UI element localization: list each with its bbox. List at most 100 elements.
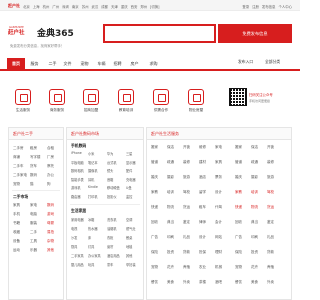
category-link[interactable]: 回收 — [235, 220, 242, 225]
category-link[interactable]: 婚庆 — [151, 175, 158, 180]
category-link[interactable]: 音箱 — [107, 177, 113, 182]
category-link[interactable]: 摩托 — [47, 164, 54, 169]
category-link[interactable]: 智能手表 — [71, 177, 84, 182]
site-logo[interactable]: 赶户社 — [8, 28, 25, 36]
category-link[interactable]: 电脑 — [30, 212, 37, 217]
top-link[interactable]: 登录 — [242, 5, 249, 9]
search-input[interactable] — [103, 24, 216, 43]
category-link[interactable]: 热水器 — [88, 226, 98, 231]
category-link[interactable]: 游戏机 — [71, 185, 81, 190]
category-link[interactable]: 回收 — [151, 220, 158, 225]
category-link[interactable]: 灯具 — [88, 244, 94, 249]
category-link[interactable]: Kindle — [88, 185, 98, 189]
category-link[interactable]: 平板电脑 — [71, 160, 84, 165]
category-link[interactable]: 维修 — [199, 145, 206, 150]
category-link[interactable]: 游戏 — [47, 212, 54, 217]
category-link[interactable]: 婚庆 — [235, 175, 242, 180]
city-link[interactable]: 深圳 — [62, 5, 69, 9]
category-link[interactable]: 易拍 — [47, 230, 54, 235]
category-link[interactable]: 广告 — [235, 235, 242, 240]
category-link[interactable]: 耳机 — [88, 177, 94, 182]
category-link[interactable]: 典当 — [251, 220, 258, 225]
category-link[interactable]: 衣柜 — [107, 235, 113, 240]
category-link[interactable]: 小米 — [88, 151, 94, 156]
category-link[interactable]: 租车 — [199, 205, 206, 210]
nav-item[interactable]: 车辆 — [94, 58, 109, 69]
panel-title[interactable]: 赶户社数码市场 — [71, 131, 99, 137]
post-info-button[interactable]: 免费发布信息 — [218, 24, 292, 43]
city-switch-link[interactable]: [切换] — [150, 4, 159, 9]
category-link[interactable]: 旅游 — [267, 175, 274, 180]
category-link[interactable]: 印刷 — [167, 235, 174, 240]
city-link[interactable]: 杭州 — [43, 5, 50, 9]
category-link[interactable]: 担保 — [199, 250, 206, 255]
category-link[interactable]: 外卖 — [183, 280, 190, 285]
category-link[interactable]: 酒吧 — [215, 280, 222, 285]
category-link[interactable]: 燃气灶 — [126, 226, 136, 231]
category-link[interactable]: 写字楼 — [30, 155, 41, 160]
category-link[interactable]: 数码 — [30, 173, 37, 178]
category-link[interactable]: 路由器 — [71, 194, 81, 199]
city-link[interactable]: 西安 — [131, 5, 138, 9]
city-link[interactable]: 郑州 — [140, 5, 147, 9]
nav-item[interactable]: 文件 — [60, 58, 75, 69]
category-link[interactable]: 笔记本 — [88, 160, 98, 165]
category-link[interactable]: 窗帘 — [107, 244, 113, 249]
category-link[interactable]: 孕妇装 — [126, 262, 136, 267]
category-link[interactable]: 服装 — [30, 221, 37, 226]
category-link[interactable]: 床 — [88, 235, 91, 240]
category-link[interactable]: 开锁 — [183, 145, 190, 150]
category-link[interactable]: 投影仪 — [107, 194, 117, 199]
category-link[interactable]: 打印机 — [88, 194, 98, 199]
category-link[interactable]: 设计 — [215, 190, 222, 195]
category-link[interactable]: 开锁 — [267, 145, 274, 150]
category-link[interactable]: 二手家电 — [13, 173, 27, 178]
category-link[interactable]: 投资 — [167, 250, 174, 255]
category-link[interactable]: 狗 — [47, 182, 51, 187]
category-link[interactable]: 二手房 — [13, 146, 24, 151]
category-link[interactable]: 其他 — [126, 253, 132, 258]
city-link[interactable]: 上海 — [33, 5, 40, 9]
category-link[interactable]: 美食 — [167, 280, 174, 285]
top-link[interactable]: 发布信息 — [262, 5, 276, 9]
category-link[interactable]: 留学 — [199, 190, 206, 195]
city-link[interactable]: 南京 — [72, 5, 79, 9]
top-link[interactable]: 个人中心 — [278, 5, 292, 9]
category-link[interactable]: 餐饮 — [235, 280, 242, 285]
category-link[interactable]: iPhone — [71, 151, 82, 155]
category-link[interactable]: 收藏 — [13, 230, 20, 235]
nav-item[interactable]: 招聘 — [110, 58, 125, 69]
category-link[interactable]: 保洁 — [251, 145, 258, 150]
category-link[interactable]: 家电 — [215, 145, 222, 150]
category-link[interactable]: 快递 — [151, 205, 158, 210]
category-link[interactable]: 管道 — [151, 160, 158, 165]
category-link[interactable]: 设备 — [13, 239, 20, 244]
category-link[interactable]: 二手 — [30, 230, 37, 235]
category-link[interactable]: 家具 — [215, 160, 222, 165]
nav-right-link[interactable]: 全部分类 — [265, 59, 280, 65]
category-link[interactable]: 移动硬盘 — [107, 185, 120, 190]
category-link[interactable]: 杂物 — [47, 239, 54, 244]
category-link[interactable]: 母婴 — [47, 221, 54, 226]
category-link[interactable]: 办公家具 — [88, 253, 101, 258]
category-link[interactable]: 驾校 — [267, 190, 274, 195]
category-link[interactable]: 设计 — [199, 235, 206, 240]
category-link[interactable]: 农业 — [199, 265, 206, 270]
category-link[interactable]: 物流 — [251, 205, 258, 210]
category-link[interactable]: 货运 — [183, 205, 190, 210]
nav-right-link[interactable]: 发布入口 — [238, 59, 253, 65]
category-link[interactable]: 礼品 — [183, 235, 190, 240]
category-link[interactable]: 宠物 — [151, 265, 158, 270]
category-link[interactable]: 网站 — [215, 235, 222, 240]
category-link[interactable]: 律师 — [199, 220, 206, 225]
category-link[interactable]: 监控 — [126, 194, 132, 199]
category-link[interactable]: 办公 — [47, 173, 54, 178]
category-link[interactable]: 建材 — [199, 160, 206, 165]
nav-item[interactable]: 二手 — [45, 58, 60, 69]
category-link[interactable]: 花卉 — [251, 265, 258, 270]
category-link[interactable]: 广告 — [151, 235, 158, 240]
category-link[interactable]: 猫 — [30, 182, 34, 187]
category-link[interactable]: 配件 — [126, 168, 132, 173]
category-link[interactable]: 货运 — [267, 205, 274, 210]
category-link[interactable]: 货车 — [30, 164, 37, 169]
